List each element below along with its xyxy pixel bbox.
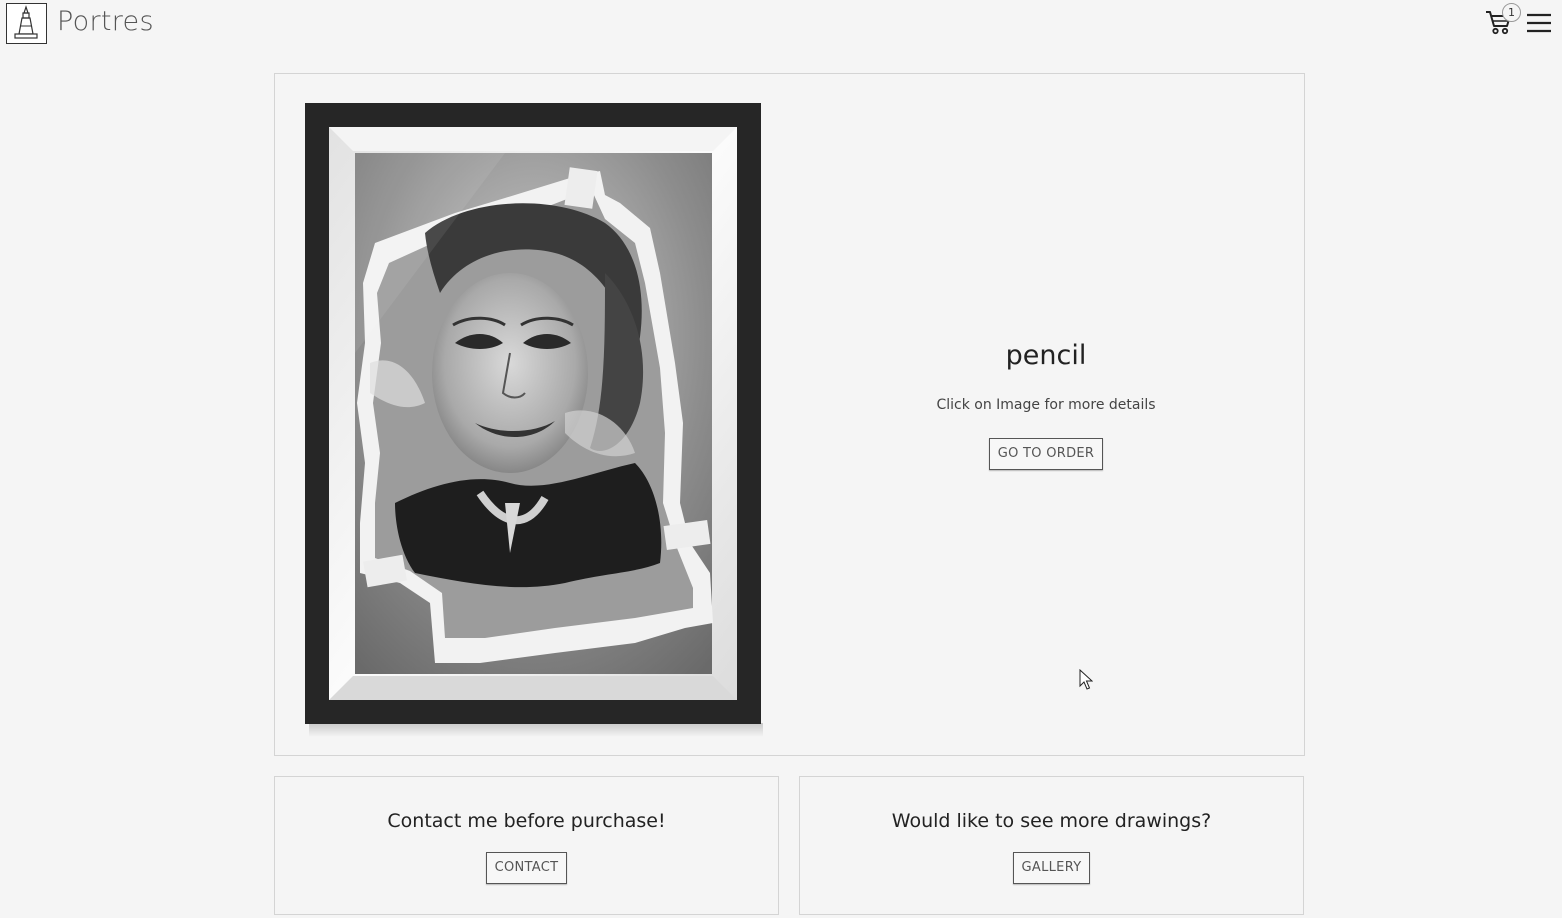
product-title: pencil [1005,340,1087,371]
gallery-card: Would like to see more drawings? GALLERY [799,776,1304,915]
gallery-button[interactable]: GALLERY [1012,852,1091,884]
brand-name[interactable]: Portres [57,5,154,39]
contact-card: Contact me before purchase! CONTACT [274,776,779,915]
mouse-cursor-icon [1079,668,1094,691]
hamburger-menu-icon[interactable] [1526,12,1552,34]
go-to-order-button[interactable]: GO TO ORDER [988,438,1104,470]
header: Portres 1 [0,0,1562,50]
product-subtitle: Click on Image for more details [936,397,1156,413]
product-info: pencil Click on Image for more details G… [895,337,1197,470]
cart-count-badge: 1 [1502,3,1521,22]
artwork-image[interactable] [305,103,763,739]
tower-logo-icon[interactable] [6,3,47,44]
contact-card-title: Contact me before purchase! [387,810,666,832]
contact-button[interactable]: CONTACT [485,852,568,884]
gallery-card-title: Would like to see more drawings? [891,810,1212,832]
product-card: pencil Click on Image for more details G… [274,73,1305,756]
